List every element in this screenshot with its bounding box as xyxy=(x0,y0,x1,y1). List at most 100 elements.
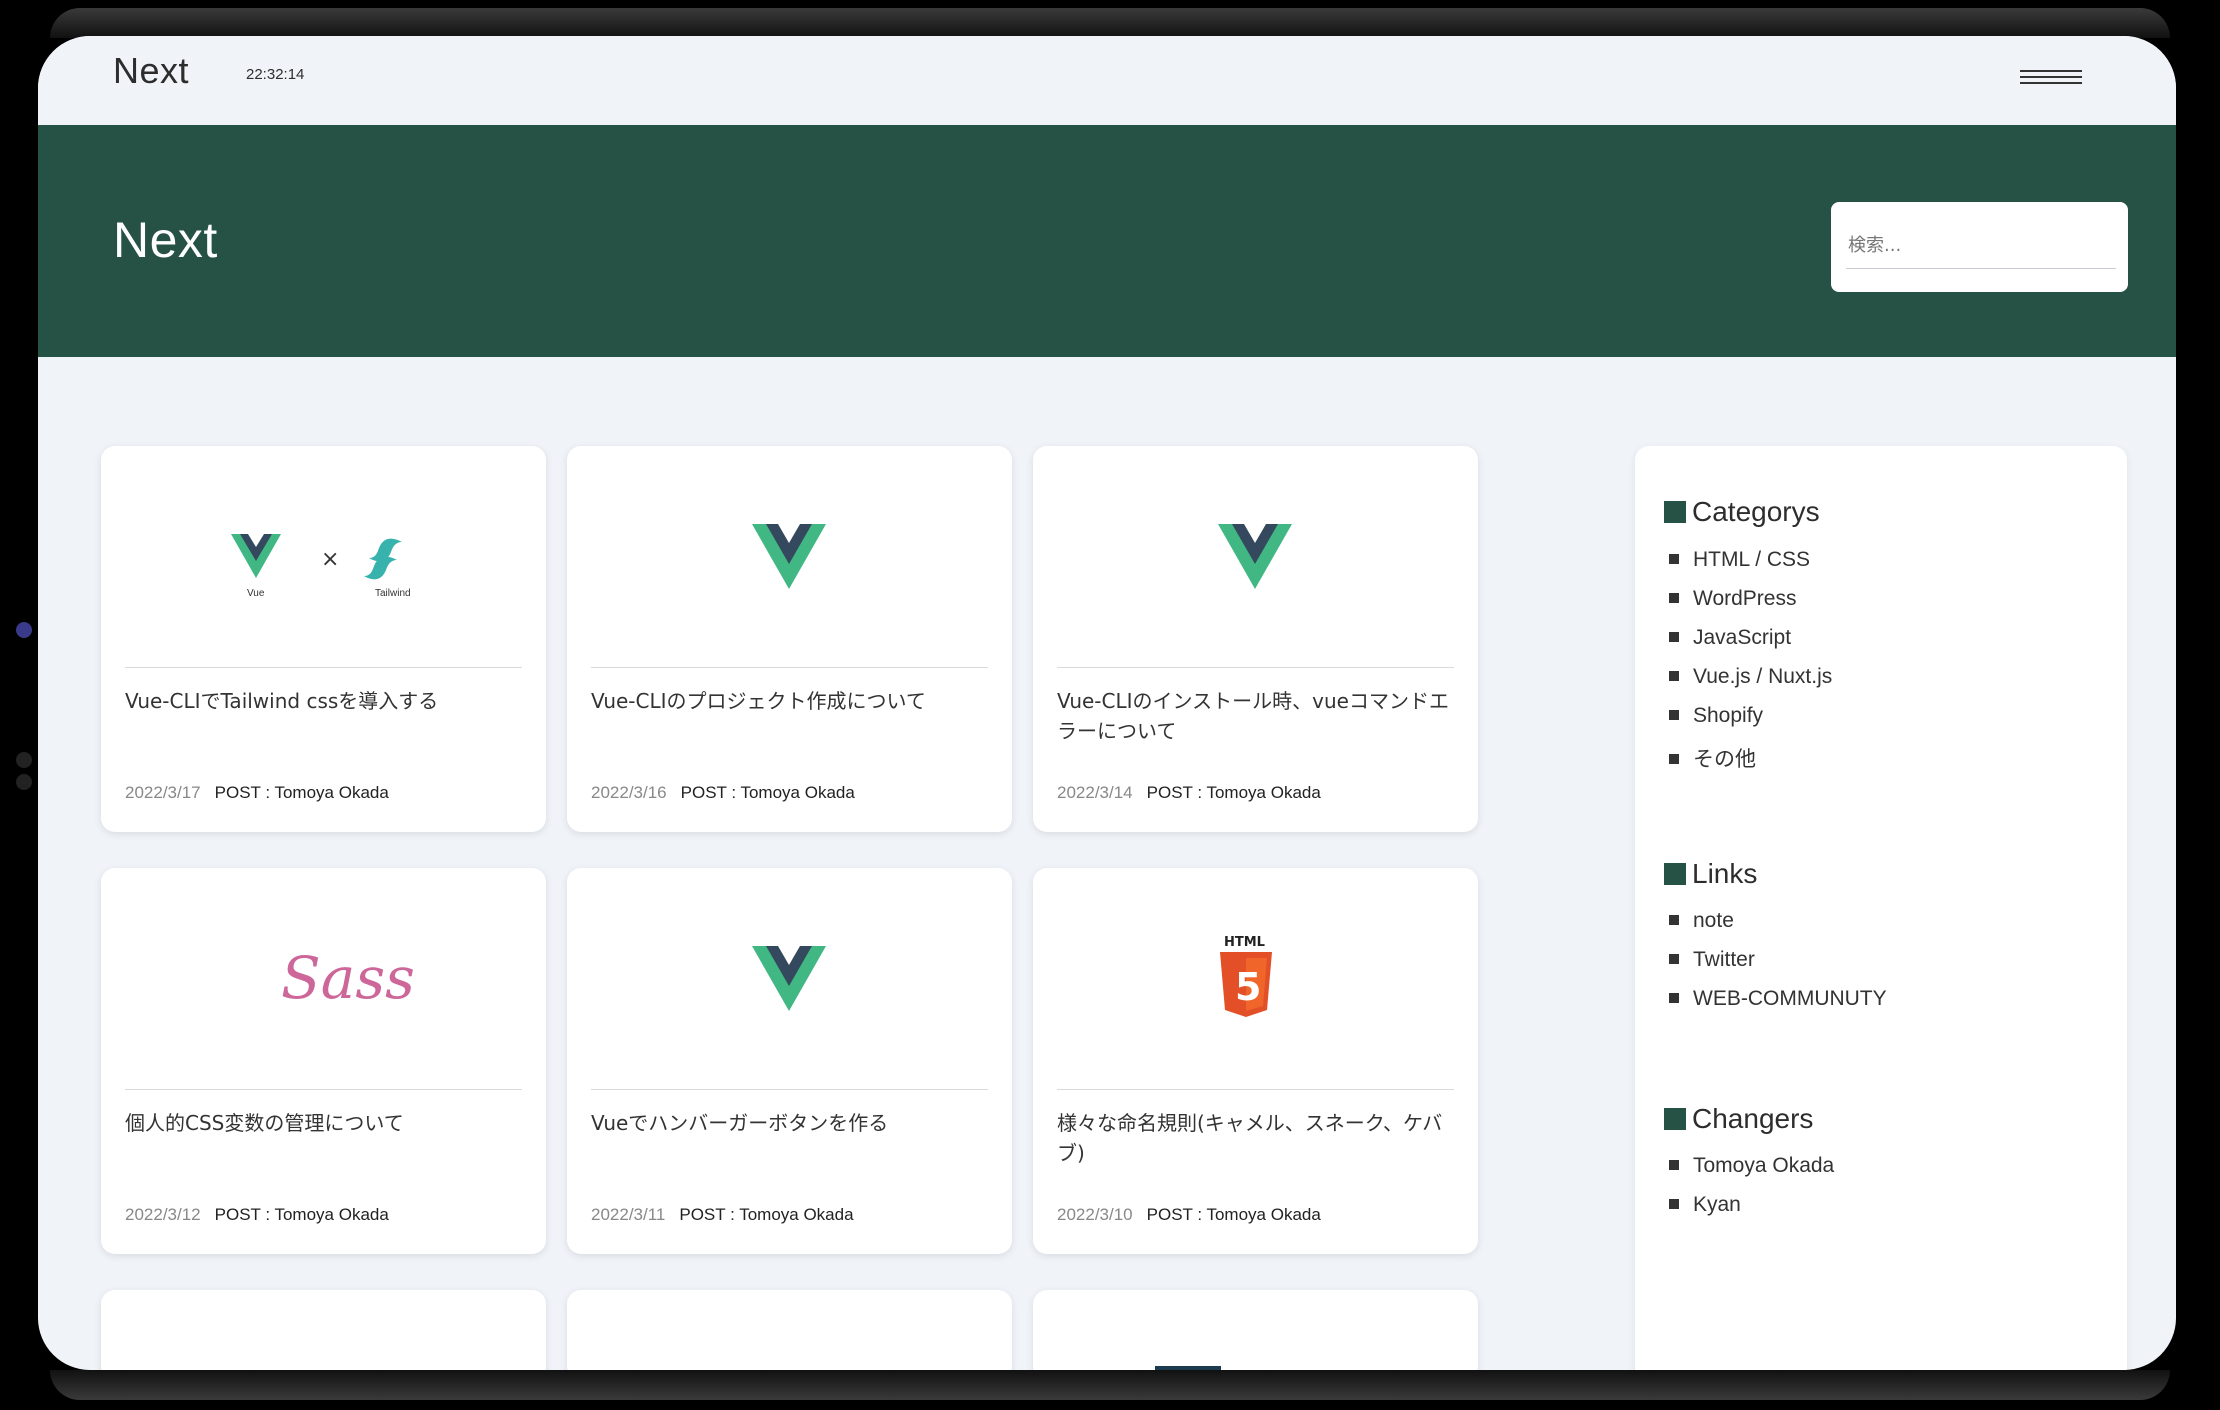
card-divider xyxy=(1057,667,1454,668)
vue-logo-icon xyxy=(752,524,826,589)
post-meta: 2022/3/17 POST : Tomoya Okada xyxy=(125,783,389,803)
post-card[interactable]: Vue-CLIのプロジェクト作成について 2022/3/16 POST : Tom… xyxy=(567,446,1012,832)
post-meta: 2022/3/12 POST : Tomoya Okada xyxy=(125,1205,389,1225)
browser-viewport: Next 22:32:14 Next × xyxy=(38,36,2176,1370)
category-item[interactable]: その他 xyxy=(1669,743,1832,782)
category-label: Vue.js / Nuxt.js xyxy=(1693,665,1833,688)
post-author: POST : Tomoya Okada xyxy=(1146,783,1321,802)
post-author: POST : Tomoya Okada xyxy=(214,1205,389,1224)
card-divider xyxy=(125,1089,522,1090)
card-divider xyxy=(125,667,522,668)
post-title[interactable]: 個人的CSS変数の管理について xyxy=(125,1108,522,1138)
category-item[interactable]: Shopify xyxy=(1669,704,1832,743)
vue-logo-label: Vue xyxy=(247,588,265,599)
link-item[interactable]: note xyxy=(1669,909,1887,948)
link-item[interactable]: WEB-COMMUNUTY xyxy=(1669,987,1887,1026)
category-item[interactable]: JavaScript xyxy=(1669,626,1832,665)
hamburger-line xyxy=(2020,82,2082,84)
post-date: 2022/3/10 xyxy=(1057,1205,1133,1224)
link-label: note xyxy=(1693,909,1734,932)
changer-item[interactable]: Tomoya Okada xyxy=(1669,1154,1834,1193)
categories-list: HTML / CSS WordPress JavaScript Vue.js /… xyxy=(1669,548,1832,782)
heading-marker xyxy=(1664,501,1686,523)
post-card[interactable]: HTML 5 様々な命名規則(キャメル、スネーク、ケバブ) 2022/3/10 P… xyxy=(1033,868,1478,1254)
post-author: POST : Tomoya Okada xyxy=(680,783,855,802)
bullet-icon xyxy=(1669,754,1679,764)
post-title[interactable]: Vue-CLIでTailwind cssを導入する xyxy=(125,686,522,716)
vue-logo-icon xyxy=(1218,524,1292,589)
post-thumbnail xyxy=(1033,446,1478,668)
category-item[interactable]: HTML / CSS xyxy=(1669,548,1832,587)
post-title[interactable]: Vue-CLIのインストール時、vueコマンドエラーについて xyxy=(1057,686,1454,746)
links-list: note Twitter WEB-COMMUNUTY xyxy=(1669,909,1887,1026)
post-meta: 2022/3/10 POST : Tomoya Okada xyxy=(1057,1205,1321,1225)
site-logo[interactable]: Next xyxy=(113,50,189,92)
post-card[interactable]: × Vue Tailwind Vue-CLIでTailwind cssを導入する… xyxy=(101,446,546,832)
post-title[interactable]: 様々な命名規則(キャメル、スネーク、ケバブ) xyxy=(1057,1108,1454,1168)
post-meta: 2022/3/11 POST : Tomoya Okada xyxy=(591,1205,854,1225)
links-heading: Links xyxy=(1664,858,1757,890)
bullet-icon xyxy=(1669,993,1679,1003)
html5-logo-icon: HTML 5 xyxy=(1220,935,1272,1017)
search-input[interactable] xyxy=(1846,222,2116,269)
sidebar: Categorys HTML / CSS WordPress JavaScrip… xyxy=(1635,446,2127,1370)
heading-marker xyxy=(1664,1108,1686,1130)
vue-logo-icon xyxy=(752,946,826,1011)
post-card[interactable]: Vue-CLIのインストール時、vueコマンドエラーについて 2022/3/14… xyxy=(1033,446,1478,832)
post-card[interactable] xyxy=(1033,1290,1478,1370)
tailwind-logo-icon xyxy=(364,538,402,580)
post-date: 2022/3/12 xyxy=(125,1205,201,1224)
post-date: 2022/3/14 xyxy=(1057,783,1133,802)
bullet-icon xyxy=(1669,632,1679,642)
category-label: WordPress xyxy=(1693,587,1797,610)
post-author: POST : Tomoya Okada xyxy=(1146,1205,1321,1224)
categories-heading-text: Categorys xyxy=(1692,496,1820,527)
hamburger-line xyxy=(2020,76,2082,78)
link-label: WEB-COMMUNUTY xyxy=(1693,987,1887,1010)
hero-title: Next xyxy=(113,212,218,268)
card-divider xyxy=(591,1089,988,1090)
post-meta: 2022/3/14 POST : Tomoya Okada xyxy=(1057,783,1321,803)
post-thumbnail: HTML 5 xyxy=(1033,868,1478,1090)
post-title[interactable]: Vue-CLIのプロジェクト作成について xyxy=(591,686,988,716)
svg-text:HTML: HTML xyxy=(1224,935,1265,950)
category-label: Shopify xyxy=(1693,704,1764,727)
post-thumbnail: × Vue Tailwind xyxy=(101,446,546,668)
category-label: その他 xyxy=(1693,748,1756,771)
search-box xyxy=(1831,202,2128,292)
device-bezel-bottom xyxy=(50,1370,2170,1400)
card-divider xyxy=(591,667,988,668)
category-label: HTML / CSS xyxy=(1693,548,1811,571)
link-item[interactable]: Twitter xyxy=(1669,948,1887,987)
link-label: Twitter xyxy=(1693,948,1755,971)
bullet-icon xyxy=(1669,593,1679,603)
card-divider xyxy=(1057,1089,1454,1090)
changers-list: Tomoya Okada Kyan xyxy=(1669,1154,1834,1232)
post-thumbnail xyxy=(1155,1366,1221,1370)
device-camera-dot xyxy=(16,622,32,638)
hamburger-menu-button[interactable] xyxy=(2020,66,2082,92)
hero-banner: Next xyxy=(38,125,2176,357)
clock: 22:32:14 xyxy=(246,66,305,83)
post-card[interactable]: Vueでハンバーガーボタンを作る 2022/3/11 POST : Tomoya … xyxy=(567,868,1012,1254)
bullet-icon xyxy=(1669,1160,1679,1170)
device-bezel-top xyxy=(50,8,2170,38)
top-bar: Next 22:32:14 xyxy=(38,36,2176,125)
post-author: POST : Tomoya Okada xyxy=(679,1205,854,1224)
post-thumbnail xyxy=(567,446,1012,668)
post-card[interactable] xyxy=(567,1290,1012,1370)
changer-item[interactable]: Kyan xyxy=(1669,1193,1834,1232)
bullet-icon xyxy=(1669,710,1679,720)
post-card[interactable]: Sass 個人的CSS変数の管理について 2022/3/12 POST : Tom… xyxy=(101,868,546,1254)
device-side-button xyxy=(16,774,32,790)
category-item[interactable]: Vue.js / Nuxt.js xyxy=(1669,665,1832,704)
category-item[interactable]: WordPress xyxy=(1669,587,1832,626)
post-date: 2022/3/17 xyxy=(125,783,201,802)
post-card[interactable] xyxy=(101,1290,546,1370)
changers-heading-text: Changers xyxy=(1692,1103,1814,1134)
bullet-icon xyxy=(1669,915,1679,925)
category-label: JavaScript xyxy=(1693,626,1792,649)
device-side-button xyxy=(16,752,32,768)
post-thumbnail xyxy=(567,868,1012,1090)
post-title[interactable]: Vueでハンバーガーボタンを作る xyxy=(591,1108,988,1138)
